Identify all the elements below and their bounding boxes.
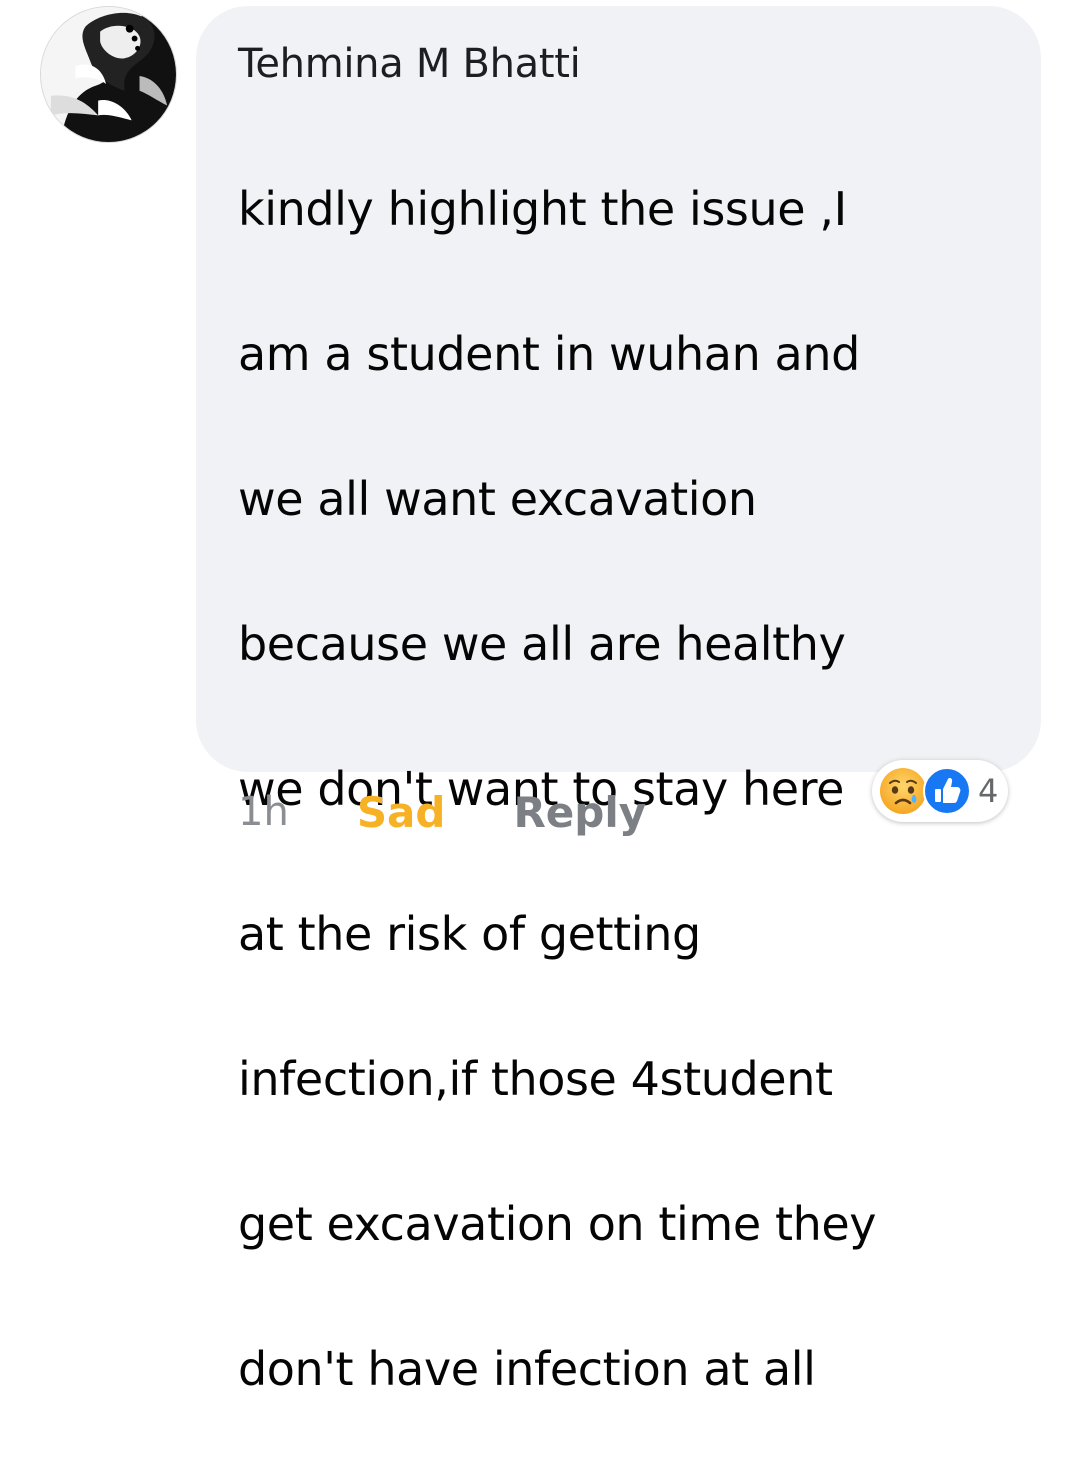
comment-line: at the risk of getting [238,906,701,961]
comment-line: infection,if those 4student [238,1051,833,1106]
reaction-count: 4 [978,772,999,810]
like-thumb-icon [922,766,972,816]
reaction-sad-button[interactable]: Sad [357,788,446,837]
comment-author[interactable]: Tehmina M Bhatti [238,36,1001,92]
comment-line: am a student in wuhan and [238,326,860,381]
comment-bubble: Tehmina M Bhatti kindly highlight the is… [196,6,1041,1396]
comment-timestamp[interactable]: 1h [238,789,289,835]
reaction-summary[interactable]: 4 [872,760,1009,822]
comment-line: kindly highlight the issue ,I [238,181,847,236]
comment-line: we all want excavation [238,471,757,526]
comment-actions: 1h Sad Reply [238,782,646,842]
comment-line: don't have infection at all [238,1341,816,1396]
profile-avatar-image [41,7,176,142]
comment-line: get excavation on time they [238,1196,877,1251]
comment-line: because we all are healthy [238,616,846,671]
sad-emoji-icon [878,766,928,816]
avatar[interactable] [40,6,177,143]
reply-button[interactable]: Reply [513,788,646,837]
